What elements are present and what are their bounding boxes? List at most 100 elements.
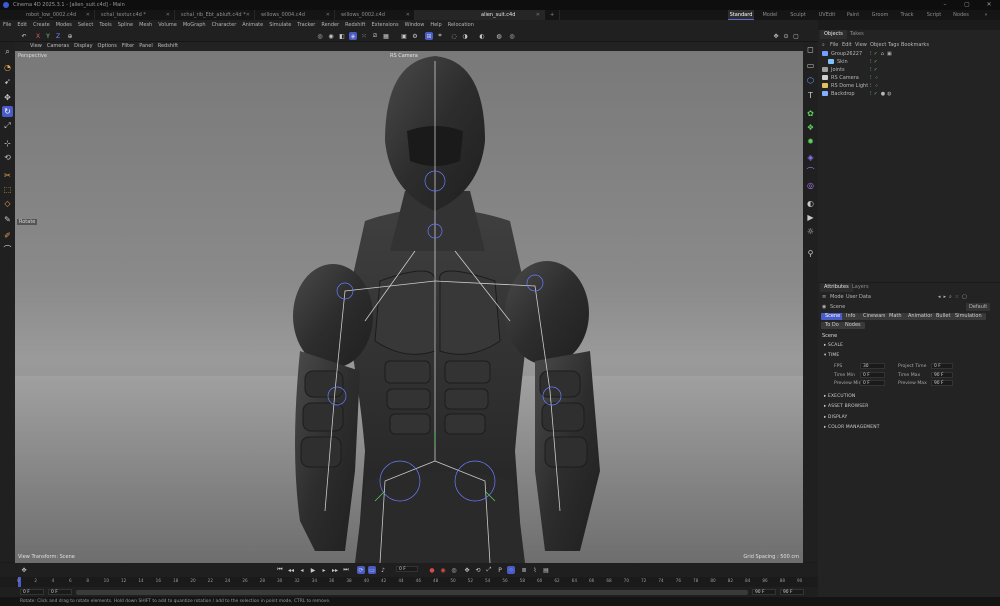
preview-min-field[interactable]: 0 F bbox=[860, 380, 885, 386]
attributes-menu-icon[interactable]: ≡ bbox=[822, 293, 826, 301]
redshift-render-icon[interactable]: ◍ bbox=[495, 32, 503, 40]
menu-relocation[interactable]: Relocation bbox=[448, 20, 474, 30]
objects-menu-edit[interactable]: Edit bbox=[842, 41, 852, 49]
layout-uvedit[interactable]: UVEdit bbox=[814, 10, 840, 20]
viewport-layout-icon[interactable]: ▢ bbox=[792, 32, 800, 40]
object-flags[interactable]: ⁝ ✓ ● ◍ bbox=[870, 90, 892, 98]
3d-viewport[interactable]: Perspective RS Camera Rotate View Transf… bbox=[15, 51, 803, 563]
preview-range-icon[interactable]: ▭ bbox=[368, 566, 376, 574]
dopesheet-icon[interactable]: ▤ bbox=[542, 566, 550, 574]
next-key-icon[interactable]: ▸▸ bbox=[331, 566, 339, 574]
field-icon[interactable]: ◎ bbox=[805, 180, 816, 191]
layout-sculpt[interactable]: Sculpt bbox=[786, 10, 810, 20]
deformer-icon[interactable]: ◈ bbox=[805, 152, 816, 163]
menu-file[interactable]: File bbox=[3, 20, 11, 30]
search-commands-icon[interactable]: ⌕ bbox=[2, 46, 13, 57]
viewport-menu-display[interactable]: Display bbox=[74, 42, 92, 51]
viewport-menu-panel[interactable]: Panel bbox=[139, 42, 153, 51]
grid-view-icon[interactable]: ⊞ bbox=[425, 32, 433, 40]
close-tab-icon[interactable]: ✕ bbox=[536, 10, 540, 20]
symmetry-icon[interactable]: ◑ bbox=[461, 32, 469, 40]
file-tab[interactable]: robot_low_0002.c4d ✕ bbox=[20, 10, 95, 20]
section-asset-browser[interactable]: ▸ ASSET BROWSER bbox=[824, 404, 869, 409]
object-mode-icon[interactable]: ◈ bbox=[349, 32, 357, 40]
render-view-icon[interactable]: ▣ bbox=[400, 32, 408, 40]
bevel-tool-icon[interactable]: ◇ bbox=[2, 198, 13, 209]
menu-extensions[interactable]: Extensions bbox=[371, 20, 398, 30]
tab-takes[interactable]: Takes bbox=[846, 30, 868, 39]
objects-menu-tags[interactable]: Tags bbox=[888, 41, 899, 49]
project-time-field[interactable]: 0 F bbox=[931, 363, 953, 369]
close-tab-icon[interactable]: ✕ bbox=[246, 10, 250, 20]
bend-icon[interactable]: ⌒ bbox=[805, 166, 816, 177]
section-color-management[interactable]: ▸ COLOR MANAGEMENT bbox=[824, 425, 880, 430]
camera-icon[interactable]: ▶ bbox=[805, 212, 816, 223]
viewport-menu-options[interactable]: Options bbox=[98, 42, 117, 51]
tab-info[interactable]: Info bbox=[842, 313, 860, 320]
viewport-zoom-icon[interactable]: ⊙ bbox=[782, 32, 790, 40]
menu-window[interactable]: Window bbox=[405, 20, 425, 30]
plane-object-icon[interactable]: ▭ bbox=[805, 60, 816, 71]
scale-tool-icon[interactable]: ⤢ bbox=[2, 120, 13, 131]
coordinate-system-icon[interactable]: ⊕ bbox=[66, 32, 74, 40]
viewport-menu-view[interactable]: View bbox=[30, 42, 42, 51]
maximize-button[interactable]: ▢ bbox=[956, 0, 978, 10]
object-row[interactable]: RS Dome Light ⁝ ⁘ bbox=[822, 82, 998, 90]
record-keys-icon[interactable]: ● bbox=[428, 566, 436, 574]
objects-menu-bookmarks[interactable]: Bookmarks bbox=[901, 41, 929, 49]
attributes-mode-dropdown[interactable]: Default bbox=[966, 303, 991, 311]
tab-objects[interactable]: Objects bbox=[820, 30, 847, 39]
tab-to-do[interactable]: To Do bbox=[821, 322, 843, 329]
object-flags[interactable]: ⁝ ✓ ⌂ ▣ bbox=[870, 50, 892, 58]
go-to-end-icon[interactable]: ⏭ bbox=[342, 566, 350, 574]
section-execution[interactable]: ▸ EXECUTION bbox=[824, 394, 855, 399]
object-row[interactable]: Skin ⁝ ✓ bbox=[822, 58, 998, 66]
lock-workplane-icon[interactable]: ⌗ bbox=[436, 32, 444, 40]
redshift-ipr-icon[interactable]: ◐ bbox=[478, 32, 486, 40]
key-position-icon[interactable]: ✥ bbox=[463, 566, 471, 574]
layout-model[interactable]: Model bbox=[758, 10, 782, 20]
objects-menu-view[interactable]: View bbox=[855, 41, 867, 49]
effector-icon[interactable]: ✹ bbox=[805, 136, 816, 147]
menu-render[interactable]: Render bbox=[321, 20, 339, 30]
timeline-settings-icon[interactable]: ✥ bbox=[20, 566, 28, 574]
magnet-tool-icon[interactable]: ⌒ bbox=[2, 244, 13, 255]
minimize-button[interactable]: – bbox=[934, 0, 956, 10]
menu-character[interactable]: Character bbox=[212, 20, 237, 30]
next-frame-icon[interactable]: ▸ bbox=[320, 566, 328, 574]
previous-key-icon[interactable]: ◂◂ bbox=[287, 566, 295, 574]
z-axis-lock-icon[interactable]: Z bbox=[54, 32, 62, 40]
preview-max-field[interactable]: 90 F bbox=[931, 380, 953, 386]
key-parameter-icon[interactable]: P bbox=[496, 566, 504, 574]
layout-script[interactable]: Script bbox=[922, 10, 946, 20]
tab-scene[interactable]: Scene bbox=[821, 313, 845, 320]
section-time[interactable]: ▾ TIME bbox=[824, 353, 839, 358]
tab-nodes[interactable]: Nodes bbox=[841, 322, 865, 329]
menu-edit[interactable]: Edit bbox=[17, 20, 27, 30]
attributes-menu-mode[interactable]: Mode bbox=[830, 293, 844, 301]
pin-icon[interactable]: ⚲ bbox=[805, 248, 816, 259]
close-tab-icon[interactable]: ✕ bbox=[406, 10, 410, 20]
paint-tool-icon[interactable]: ✐ bbox=[2, 230, 13, 241]
cloner-icon[interactable]: ✿ bbox=[805, 108, 816, 119]
object-row[interactable]: Group26227 ⁝ ✓ ⌂ ▣ bbox=[822, 50, 998, 58]
section-scale[interactable]: ▸ SCALE bbox=[824, 343, 843, 348]
environment-icon[interactable]: ◐ bbox=[805, 198, 816, 209]
move-tool-icon[interactable]: ✥ bbox=[2, 92, 13, 103]
brush-tool-icon[interactable]: ✎ bbox=[2, 214, 13, 225]
object-flags[interactable]: ⁝ ⁘ bbox=[870, 74, 879, 82]
character-model[interactable] bbox=[15, 51, 803, 563]
menu-select[interactable]: Select bbox=[78, 20, 93, 30]
time-max-field[interactable]: 90 F bbox=[931, 372, 953, 378]
render-queue-icon[interactable]: ◎ bbox=[508, 32, 516, 40]
live-selection-icon[interactable]: ◔ bbox=[2, 62, 13, 73]
menu-redshift[interactable]: Redshift bbox=[345, 20, 365, 30]
layout-paint[interactable]: Paint bbox=[842, 10, 864, 20]
key-selection-icon[interactable]: ◎ bbox=[450, 566, 458, 574]
object-row[interactable]: RS Camera ⁝ ⁘ bbox=[822, 74, 998, 82]
menu-tools[interactable]: Tools bbox=[99, 20, 111, 30]
cube-object-icon[interactable]: ◻ bbox=[805, 44, 816, 55]
menu-volume[interactable]: Volume bbox=[158, 20, 177, 30]
attributes-menu-user-data[interactable]: User Data bbox=[846, 293, 871, 301]
fps-field[interactable]: 30 bbox=[860, 363, 885, 369]
